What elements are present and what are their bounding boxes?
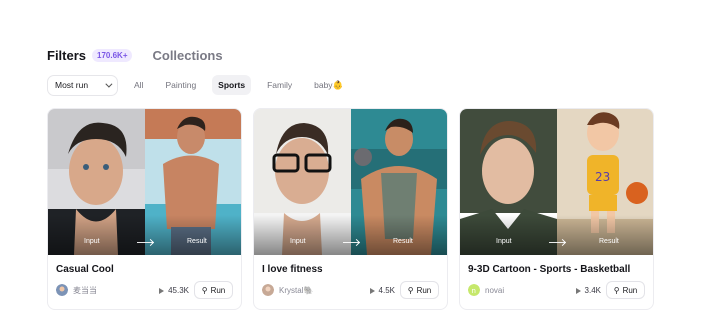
avatar (262, 284, 274, 296)
sort-select[interactable]: Most run (47, 74, 118, 96)
input-label: Input (496, 238, 512, 245)
result-label: Result (187, 238, 207, 245)
run-count: 3.4K (575, 286, 601, 295)
workflow-card[interactable]: Input Result I love fitness Krystal🐘 4.5… (253, 108, 448, 310)
card-author[interactable]: Krystal🐘 (262, 284, 313, 296)
run-count-value: 45.3K (168, 286, 189, 295)
play-icon (575, 287, 581, 294)
category-sports[interactable]: Sports (212, 75, 252, 95)
card-title[interactable]: Casual Cool (56, 264, 236, 275)
tabs-row: Filters 170.6K+ Collections (47, 45, 223, 65)
card-thumbnail[interactable]: Input Result (254, 109, 447, 255)
thumbnail-overlay (48, 215, 241, 255)
card-author[interactable]: n novai (468, 284, 504, 296)
avatar (56, 284, 68, 296)
run-button-label: Run (416, 285, 432, 295)
avatar: n (468, 284, 480, 296)
magic-wand-icon: ⚲ (201, 285, 208, 295)
run-count: 45.3K (159, 286, 189, 295)
category-family[interactable]: Family (261, 75, 298, 95)
card-thumbnail[interactable]: Input Result (48, 109, 241, 255)
author-name: novai (485, 285, 505, 295)
arrow-right-icon (137, 242, 153, 243)
workflow-card[interactable]: Input Result Casual Cool 麦当当 45.3K ⚲ Run (47, 108, 242, 310)
tab-filters[interactable]: Filters (47, 48, 86, 63)
input-label: Input (290, 238, 306, 245)
workflow-card[interactable]: 23 Input Result 9-3D Cartoon - Sports - … (459, 108, 654, 310)
category-painting[interactable]: Painting (159, 75, 202, 95)
run-button[interactable]: ⚲ Run (606, 281, 645, 299)
play-icon (159, 287, 165, 294)
filter-row: Most run All Painting Sports Family baby… (47, 74, 349, 96)
chevron-down-icon (105, 80, 113, 88)
input-label: Input (84, 238, 100, 245)
sort-select-value: Most run (55, 80, 89, 90)
card-author[interactable]: 麦当当 (56, 284, 97, 296)
thumbnail-overlay (254, 215, 447, 255)
svg-text:n: n (472, 287, 476, 295)
arrow-right-icon (549, 242, 565, 243)
result-label: Result (599, 238, 619, 245)
run-button[interactable]: ⚲ Run (400, 281, 439, 299)
tab-collections[interactable]: Collections (152, 48, 222, 63)
card-title[interactable]: 9-3D Cartoon - Sports - Basketball (468, 264, 648, 275)
card-title[interactable]: I love fitness (262, 264, 442, 275)
run-button-label: Run (622, 285, 638, 295)
thumbnail-overlay (460, 215, 653, 255)
card-thumbnail[interactable]: 23 Input Result (460, 109, 653, 255)
result-label: Result (393, 238, 413, 245)
svg-text:23: 23 (595, 170, 610, 184)
magic-wand-icon: ⚲ (407, 285, 414, 295)
author-name: Krystal🐘 (279, 285, 314, 295)
category-all[interactable]: All (128, 75, 149, 95)
filters-count-badge: 170.6K+ (92, 48, 133, 62)
play-icon (369, 287, 375, 294)
magic-wand-icon: ⚲ (613, 285, 620, 295)
run-count-value: 4.5K (378, 286, 395, 295)
author-name: 麦当当 (73, 285, 97, 295)
run-count-value: 3.4K (584, 286, 601, 295)
run-count: 4.5K (369, 286, 395, 295)
run-button[interactable]: ⚲ Run (194, 281, 233, 299)
arrow-right-icon (343, 242, 359, 243)
run-button-label: Run (210, 285, 226, 295)
category-baby[interactable]: baby👶 (308, 75, 349, 96)
